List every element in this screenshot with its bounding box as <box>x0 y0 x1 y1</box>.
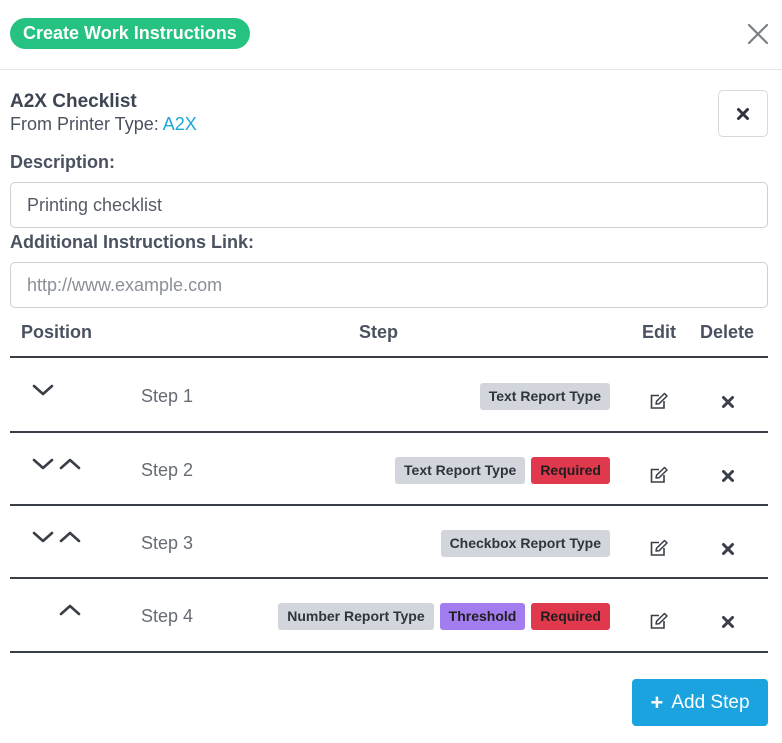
add-step-label: Add Step <box>671 691 750 713</box>
instructions-link-input[interactable] <box>10 262 768 308</box>
column-header-position: Position <box>21 322 92 342</box>
edit-icon[interactable] <box>649 612 669 630</box>
description-input[interactable] <box>10 182 768 228</box>
required-badge: Required <box>531 457 610 484</box>
close-icon[interactable] <box>743 19 773 49</box>
instructions-link-label: Additional Instructions Link: <box>10 232 254 252</box>
delete-x-icon[interactable] <box>721 542 735 556</box>
table-row: Step 1 Text Report Type <box>10 359 768 431</box>
plus-icon: + <box>650 689 664 715</box>
chevron-up-icon[interactable] <box>59 457 81 471</box>
checklist-name: A2X Checklist <box>10 91 137 112</box>
edit-icon[interactable] <box>649 392 669 410</box>
add-step-button[interactable]: + Add Step <box>632 679 768 726</box>
badge-group: Text Report Type <box>479 383 610 410</box>
row-divider <box>10 651 768 653</box>
table-row: Step 4 Number Report Type Threshold Requ… <box>10 579 768 651</box>
x-icon <box>737 107 749 120</box>
required-badge: Required <box>531 603 610 630</box>
description-label: Description: <box>10 152 116 172</box>
report-type-badge: Text Report Type <box>479 383 610 410</box>
step-label: Step 2 <box>141 460 194 480</box>
printer-type-link[interactable]: A2X <box>163 114 197 134</box>
edit-icon[interactable] <box>649 539 669 557</box>
step-label: Step 4 <box>141 606 194 626</box>
column-header-step: Step <box>359 322 399 342</box>
badge-group: Text Report Type Required <box>395 457 610 484</box>
printer-type-line: From Printer Type: A2X <box>10 114 197 135</box>
edit-icon[interactable] <box>649 466 669 484</box>
chevron-down-icon[interactable] <box>32 457 54 471</box>
report-type-badge: Number Report Type <box>278 603 434 630</box>
badge-group: Checkbox Report Type <box>440 530 610 557</box>
modal-title: Create Work Instructions <box>10 18 250 49</box>
delete-x-icon[interactable] <box>721 469 735 483</box>
chevron-up-icon[interactable] <box>59 603 81 617</box>
table-header-rule <box>10 356 768 358</box>
chevron-up-icon[interactable] <box>59 530 81 544</box>
step-label: Step 1 <box>141 386 194 406</box>
modal-header: Create Work Instructions <box>0 0 782 70</box>
report-type-badge: Text Report Type <box>395 457 526 484</box>
printer-type-prefix: From Printer Type: <box>10 114 159 134</box>
delete-x-icon[interactable] <box>721 615 735 629</box>
delete-x-icon[interactable] <box>721 395 735 409</box>
table-row: Step 3 Checkbox Report Type <box>10 506 768 578</box>
step-label: Step 3 <box>141 533 194 553</box>
badge-group: Number Report Type Threshold Required <box>278 603 610 630</box>
remove-checklist-button[interactable] <box>718 90 768 137</box>
chevron-down-icon[interactable] <box>32 383 54 397</box>
column-header-edit: Edit <box>642 322 676 342</box>
table-row: Step 2 Text Report Type Required <box>10 433 768 505</box>
chevron-down-icon[interactable] <box>32 530 54 544</box>
threshold-badge: Threshold <box>439 603 526 630</box>
column-header-delete: Delete <box>700 322 755 342</box>
report-type-badge: Checkbox Report Type <box>440 530 610 557</box>
